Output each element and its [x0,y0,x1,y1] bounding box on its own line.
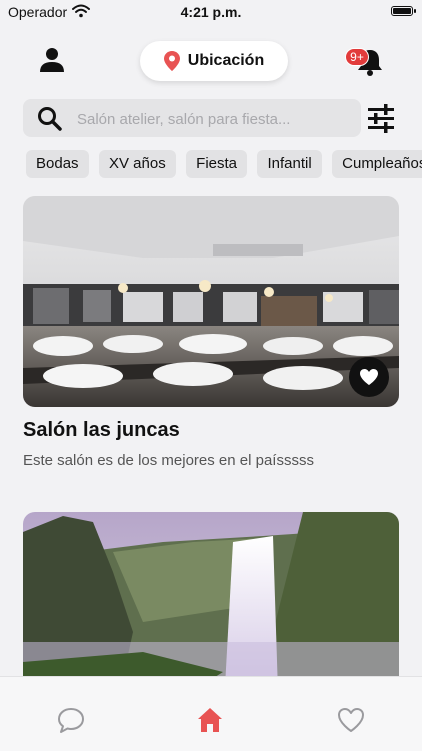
favorite-button[interactable] [349,357,389,397]
venue-title: Salón las juncas [23,419,180,441]
status-bar: Operador 4:21 p.m. [0,0,422,26]
filter-button[interactable] [364,101,398,135]
venue-card[interactable]: Salón las juncas Este salón es de los me… [23,196,399,469]
chip-fiesta[interactable]: Fiesta [186,150,248,178]
status-time: 4:21 p.m. [180,4,242,20]
chip-cumpleanos[interactable]: Cumpleaños [332,150,422,178]
tab-favorites[interactable] [336,705,366,735]
search-icon [38,107,62,131]
chip-bodas[interactable]: Bodas [26,150,89,178]
battery-icon [391,6,416,16]
chip-infantil[interactable]: Infantil [257,150,322,178]
category-chips: Bodas XV años Fiesta Infantil Cumpleaños [26,150,422,178]
user-icon [40,48,64,72]
venue-photo [23,196,399,407]
tab-chat[interactable] [56,705,86,735]
header: Ubicación 9+ [0,36,422,86]
location-pin-icon [163,51,180,71]
chat-icon [58,708,84,733]
venue-description: Este salón es de los mejores en el paíss… [23,452,314,469]
chip-xv-anos[interactable]: XV años [99,150,176,178]
tab-home[interactable] [195,705,225,735]
search-bar[interactable] [23,99,361,139]
location-button[interactable]: Ubicación [140,41,288,81]
notification-badge: 9+ [345,48,369,66]
search-input[interactable] [75,99,349,139]
heart-icon [360,369,378,385]
sliders-icon [368,104,394,133]
location-label: Ubicación [187,52,265,69]
tab-bar [0,676,422,751]
profile-button[interactable] [36,44,68,76]
home-icon [198,708,222,732]
venue-card[interactable] [23,512,399,676]
heart-icon [338,708,364,732]
venue-photo [23,512,399,676]
